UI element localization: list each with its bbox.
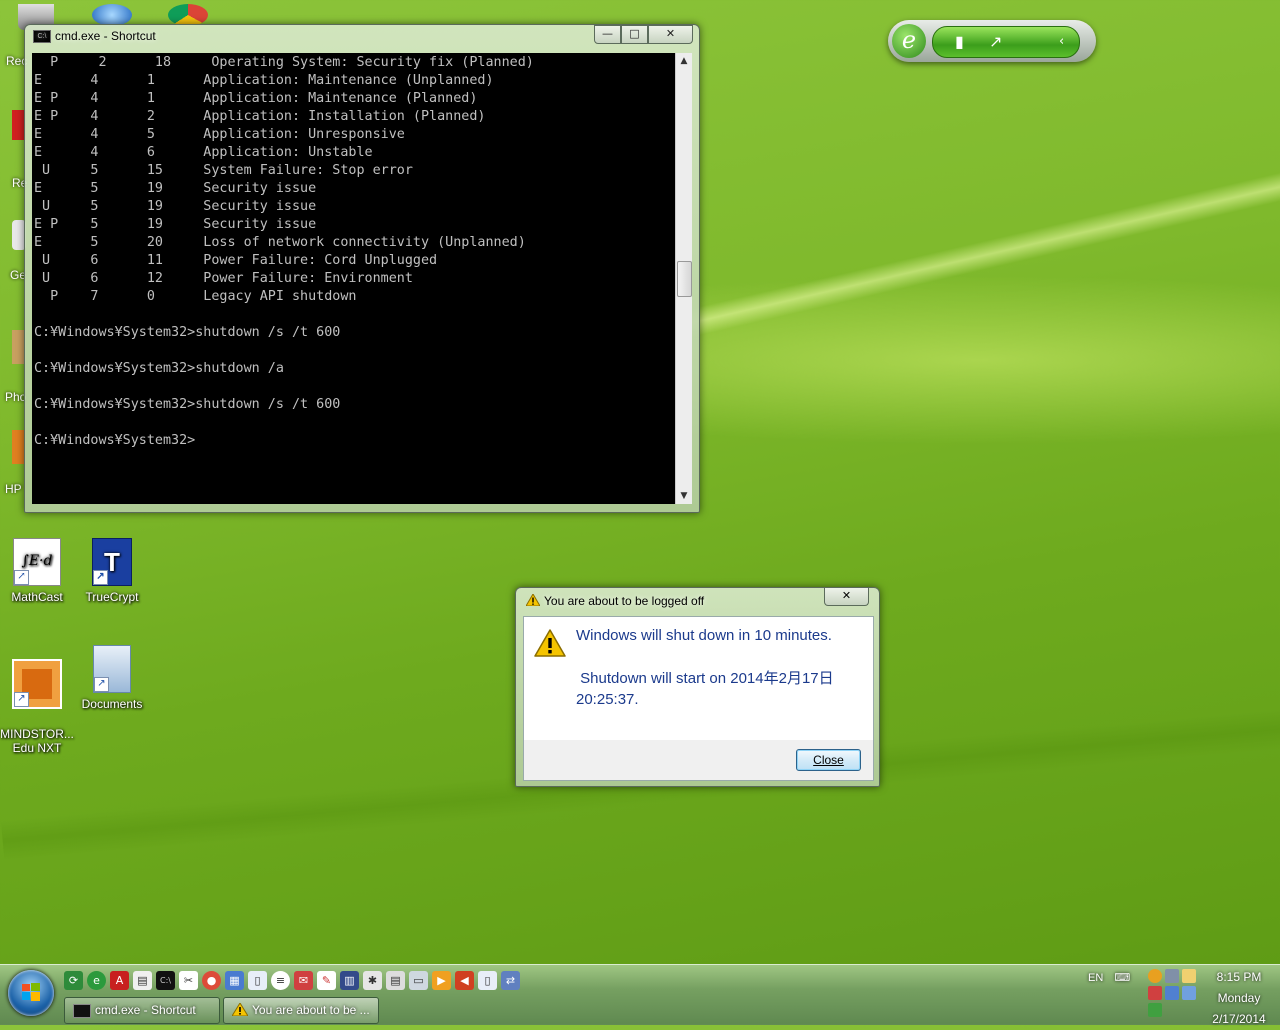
clock-time: 8:15 PM [1216,970,1262,984]
edge-label-hp: HP [5,482,22,496]
dialog-close-x-button[interactable]: ✕ [824,588,869,606]
shortcut-arrow-icon: ↗ [14,570,29,585]
clock-date: 2/17/2014 [1212,1012,1266,1026]
quicklaunch-list-icon[interactable]: ▯ [478,971,497,990]
dialog-titlebar[interactable]: You are about to be logged off [525,593,705,614]
language-indicator[interactable]: EN ⌨ [1088,971,1130,984]
desktop-icon-label: Documents [81,697,143,711]
start-button[interactable] [8,970,54,1016]
quicklaunch-play-icon[interactable]: ▶ [432,971,451,990]
tray-check-icon[interactable] [1148,1003,1162,1017]
warning-small-icon [231,1002,249,1017]
quick-launch: ⟳ e A ▤ C:\ ✂ ● ▦ ▯ ≡ ✉ ✎ ▥ ✱ ▤ ▭ ▶ ◀ ▯ … [64,971,520,990]
desktop-icon-mathcast[interactable]: ∫E·d ↗ MathCast [0,538,74,604]
shutdown-dialog[interactable]: You are about to be logged off ✕ Windows… [515,587,880,787]
desktop-icon-label: TrueCrypt [85,590,139,604]
windows-logo-icon [22,983,40,1001]
cmd-app-icon [73,1003,91,1018]
quicklaunch-app-icon[interactable]: ⟳ [64,971,83,990]
quicklaunch-grid-icon[interactable]: ▤ [386,971,405,990]
quicklaunch-paint-icon[interactable]: ✎ [317,971,336,990]
quicklaunch-chrome-icon[interactable]: ● [202,971,221,990]
dialog-title: You are about to be logged off [544,594,705,608]
quicklaunch-media-icon[interactable]: ≡ [271,971,290,990]
language-label: EN [1088,972,1104,984]
truecrypt-icon: T ↗ [92,538,132,586]
warning-icon [534,629,566,657]
tray-folder-icon[interactable] [1182,969,1196,983]
shortcut-arrow-icon: ↗ [14,692,29,707]
keyboard-icon[interactable]: ⌨ [1114,972,1130,984]
taskbar-button-cmd[interactable]: cmd.exe - Shortcut [64,997,220,1024]
console-text: P 2 18 Operating System: Security fix (P… [34,55,534,448]
close-button-label: Close [813,753,844,767]
desktop-icon-truecrypt[interactable]: T ↗ TrueCrypt [75,538,149,604]
gadget-bar: ▮ ↗ ‹ [932,26,1080,58]
dialog-message-secondary: Shutdown will start on 2014年2月17日 20:25:… [576,670,838,708]
clock[interactable]: 8:15 PM Monday 2/17/2014 [1204,967,1274,1030]
network-icon[interactable] [92,4,132,26]
quicklaunch-calc-icon[interactable]: ▥ [340,971,359,990]
quicklaunch-cmd-icon[interactable]: C:\ [156,971,175,990]
quicklaunch-remote-icon[interactable]: ⇄ [501,971,520,990]
mindstorms-icon: ↗ [12,659,62,709]
quicklaunch-document-icon[interactable]: ▤ [133,971,152,990]
taskbar-button-label: You are about to be ... [252,1003,370,1017]
chrome-icon[interactable] [168,4,208,26]
tray-speaker-icon[interactable] [1148,986,1162,1000]
quicklaunch-monitor-icon[interactable]: ▭ [409,971,428,990]
ie-gadget[interactable]: e ▮ ↗ ‹ [888,20,1096,62]
minimize-button[interactable]: — [594,25,621,44]
warning-small-icon [525,593,541,607]
cmd-window[interactable]: C:\ cmd.exe - Shortcut — □ ✕ P 2 18 Opera… [24,24,700,513]
cmd-titlebar[interactable]: C:\ cmd.exe - Shortcut [33,29,156,49]
battery-icon[interactable]: ▮ [955,32,964,51]
desktop-icon-documents[interactable]: ↗ Documents [75,645,149,711]
dialog-footer: Close [523,740,874,781]
console-output[interactable]: P 2 18 Operating System: Security fix (P… [32,53,675,504]
vertical-scrollbar[interactable]: ▲ ▼ [675,53,692,504]
desktop-icon-label: MathCast [11,590,63,604]
ie-logo-icon[interactable]: e [892,24,926,58]
scroll-up-arrow-icon[interactable]: ▲ [676,53,692,69]
taskbar-button-dialog[interactable]: You are about to be ... [223,997,379,1024]
shortcut-arrow-icon: ↗ [93,570,108,585]
taskbar: ⟳ e A ▤ C:\ ✂ ● ▦ ▯ ≡ ✉ ✎ ▥ ✱ ▤ ▭ ▶ ◀ ▯ … [0,964,1280,1026]
quicklaunch-file-icon[interactable]: ▯ [248,971,267,990]
taskbar-button-label: cmd.exe - Shortcut [95,1003,196,1017]
caption-buttons: — □ ✕ [594,25,693,44]
scroll-thumb[interactable] [677,261,692,297]
tray-monitor-icon[interactable] [1165,969,1179,983]
quicklaunch-speaker-icon[interactable]: ◀ [455,971,474,990]
shortcut-arrow-icon: ↗ [94,677,109,692]
quicklaunch-tool-icon[interactable]: ✂ [179,971,198,990]
cmd-app-icon: C:\ [33,30,51,44]
quicklaunch-mail-icon[interactable]: ✉ [294,971,313,990]
tray-app-icon[interactable] [1148,969,1162,983]
scroll-down-arrow-icon[interactable]: ▼ [676,488,692,504]
maximize-button[interactable]: □ [621,25,648,44]
quicklaunch-network-icon[interactable]: ✱ [363,971,382,990]
desktop-icon-label: MINDSTOR... Edu NXT [0,727,74,755]
quicklaunch-acrobat-icon[interactable]: A [110,971,129,990]
quicklaunch-ie-icon[interactable]: e [87,971,106,990]
desktop-icon-mindstorms[interactable]: ↗ MINDSTOR... Edu NXT [0,645,74,769]
quicklaunch-calendar-icon[interactable]: ▦ [225,971,244,990]
close-button[interactable]: Close [796,749,861,771]
cmd-title: cmd.exe - Shortcut [55,29,156,43]
close-button[interactable]: ✕ [648,25,693,44]
collapse-arrow-icon[interactable]: ‹ [1059,34,1064,49]
trend-chart-icon[interactable]: ↗ [989,32,1002,51]
clock-day: Monday [1217,991,1261,1005]
tray-network-icon[interactable] [1165,986,1179,1000]
system-tray [1148,969,1200,1017]
mathcast-icon: ∫E·d ↗ [13,538,61,586]
dialog-message-primary: Windows will shut down in 10 minutes. [576,627,832,644]
documents-folder-icon: ↗ [93,645,131,693]
tray-computer-icon[interactable] [1182,986,1196,1000]
dialog-content: Windows will shut down in 10 minutes. Sh… [523,616,874,741]
